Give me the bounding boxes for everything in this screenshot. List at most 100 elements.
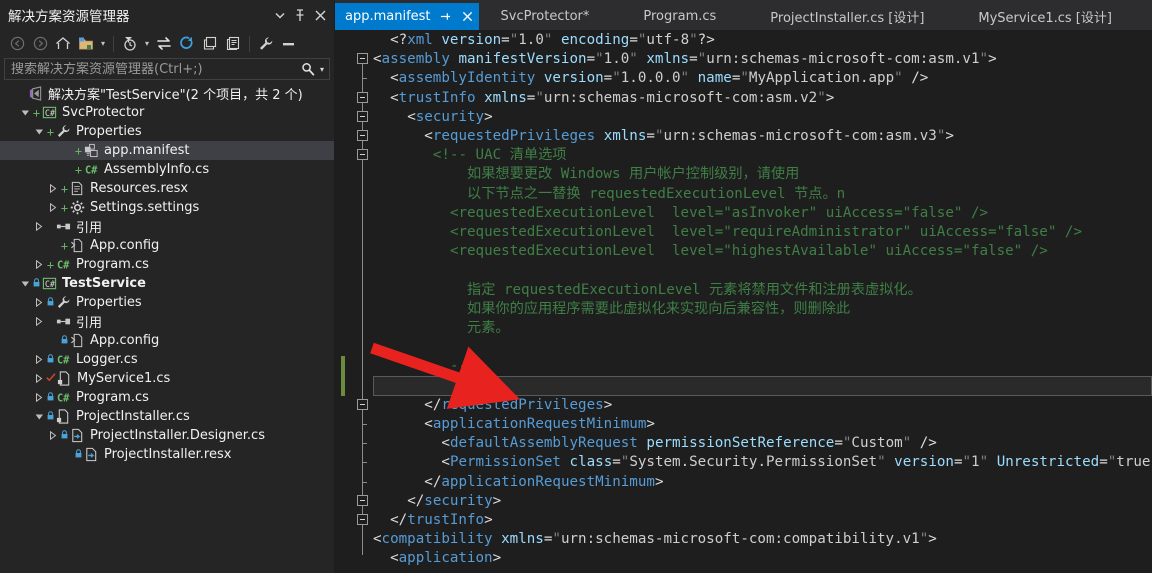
code-line[interactable]: <defaultAssemblyRequest permissionSetRef… [441, 434, 936, 453]
code-text-area[interactable]: <?xml version="1.0" encoding="utf-8"?><a… [373, 30, 1152, 573]
code-line[interactable]: <assembly manifestVersion="1.0" xmlns="u… [373, 50, 997, 69]
expand-collapse-collapsed-icon[interactable] [46, 426, 60, 445]
tree-item-properties[interactable]: Properties [0, 293, 334, 312]
editor-tab-program.cs[interactable]: Program.cs [633, 3, 726, 30]
code-line[interactable]: 以下节点之一替换 requestedExecutionLevel 节点。n [467, 185, 845, 204]
tree-item-program.cs[interactable]: C#Program.cs [0, 388, 334, 407]
collapse-all-icon[interactable] [199, 33, 221, 55]
fold-collapse-box[interactable] [357, 149, 368, 160]
code-line[interactable]: <assemblyIdentity version="1.0.0.0" name… [390, 69, 928, 88]
search-box[interactable]: ▾ [4, 58, 330, 80]
close-icon[interactable] [310, 5, 330, 25]
tab-close-icon[interactable] [460, 11, 475, 22]
search-options-caret-icon[interactable]: ▾ [317, 65, 327, 74]
tree-item-[interactable]: 引用 [0, 312, 334, 331]
expand-collapse-collapsed-icon[interactable] [32, 293, 46, 312]
arrow-right-circle-icon[interactable] [29, 33, 51, 55]
tree-item-myservice1.cs[interactable]: MyService1.cs [0, 369, 334, 388]
tree-item-app.manifest[interactable]: +app.manifest [0, 141, 334, 160]
config-file-icon [69, 237, 86, 254]
code-line[interactable]: 如果你的应用程序需要此虚拟化来实现向后兼容性，则删除此 [467, 300, 850, 319]
tree-item-settings.settings[interactable]: +Settings.settings [0, 198, 334, 217]
editor-tab-projectinstaller.cs[interactable]: ProjectInstaller.cs [设计] [760, 3, 934, 30]
code-line[interactable]: </requestedPrivileges> [424, 396, 612, 415]
code-line[interactable]: <requestedPrivileges xmlns="urn:schemas-… [424, 127, 954, 146]
tree-item-resources.resx[interactable]: +Resources.resx [0, 179, 334, 198]
code-line[interactable]: <security> [407, 108, 492, 127]
fold-collapse-box[interactable] [357, 92, 368, 103]
code-line[interactable]: <requestedExecutionLevel level="requireA… [450, 223, 1082, 242]
tree-item-program.cs[interactable]: +C#Program.cs [0, 255, 334, 274]
clock-filter-icon[interactable] [119, 33, 141, 55]
tree-item-projectinstaller.cs[interactable]: ProjectInstaller.cs [0, 407, 334, 426]
code-line[interactable]: <compatibility xmlns="urn:schemas-micros… [373, 530, 937, 549]
tree-item-projectinstaller.designer.cs[interactable]: ProjectInstaller.Designer.cs [0, 426, 334, 445]
tab-pin-icon[interactable] [438, 11, 453, 22]
tree-item-projectinstaller.resx[interactable]: ProjectInstaller.resx [0, 445, 334, 464]
fold-collapse-box[interactable] [357, 53, 368, 64]
code-line[interactable]: --> [450, 357, 476, 376]
expand-collapse-collapsed-icon[interactable] [46, 179, 60, 198]
arrow-left-circle-icon[interactable] [6, 33, 28, 55]
fold-collapse-box[interactable] [357, 514, 368, 525]
expand-collapse-expanded-icon[interactable] [32, 407, 46, 426]
solution-tree[interactable]: 解决方案"TestService"(2 个项目，共 2 个)+C#SvcProt… [0, 83, 334, 573]
refresh-icon[interactable] [176, 33, 198, 55]
code-line[interactable]: 如果想要更改 Windows 用户帐户控制级别，请使用 [467, 165, 799, 184]
expand-collapse-expanded-icon[interactable] [32, 122, 46, 141]
code-line[interactable]: <applicationRequestMinimum> [424, 415, 655, 434]
code-line[interactable]: 元素。 [467, 319, 510, 338]
tree-item-svcprotector[interactable]: +C#SvcProtector [0, 103, 334, 122]
expand-collapse-collapsed-icon[interactable] [32, 369, 46, 388]
code-line[interactable]: <requestedExecutionLevel level="asInvoke… [450, 204, 988, 223]
dropdown-menu-icon[interactable] [270, 5, 290, 25]
fold-collapse-box[interactable] [357, 399, 368, 410]
editor-tab-svcprotector[interactable]: SvcProtector* [491, 3, 600, 30]
code-line[interactable]: </trustInfo> [390, 511, 493, 530]
fold-collapse-box[interactable] [357, 495, 368, 506]
expand-collapse-collapsed-icon[interactable] [46, 198, 60, 217]
fold-collapse-box[interactable] [357, 111, 368, 122]
tree-item-[interactable]: 引用 [0, 217, 334, 236]
fold-outline-margin[interactable] [353, 30, 373, 573]
search-input[interactable] [11, 62, 299, 77]
pin-icon[interactable] [290, 5, 310, 25]
wrench-icon[interactable] [255, 33, 277, 55]
code-line[interactable]: </security> [407, 492, 501, 511]
copy-pages-icon[interactable] [222, 33, 244, 55]
code-line[interactable]: <requestedExecutionLevel level="highestA… [450, 242, 1048, 261]
expand-collapse-collapsed-icon[interactable] [32, 312, 46, 331]
folder-properties-icon[interactable] [75, 33, 97, 55]
editor-tab-app.manifest[interactable]: app.manifest [335, 3, 479, 30]
code-line[interactable]: <application> [390, 549, 501, 568]
code-editor[interactable]: <?xml version="1.0" encoding="utf-8"?><a… [335, 30, 1152, 573]
sync-arrows-icon[interactable] [153, 33, 175, 55]
search-icon[interactable] [299, 62, 317, 76]
expand-collapse-collapsed-icon[interactable] [32, 217, 46, 236]
caret-down-icon[interactable]: ▾ [98, 33, 108, 55]
tree-item-app.config[interactable]: App.config [0, 331, 334, 350]
caret-down-icon[interactable]: ▾ [142, 33, 152, 55]
tree-item-testservice[interactable]: C#TestService [0, 274, 334, 293]
editor-tab-myservice1.cs[interactable]: MyService1.cs [设计] [968, 3, 1122, 30]
fold-collapse-box[interactable] [357, 130, 368, 141]
code-line[interactable]: <?xml version="1.0" encoding="utf-8"?> [390, 31, 715, 50]
tree-item-testservice-2-2[interactable]: 解决方案"TestService"(2 个项目，共 2 个) [0, 84, 334, 103]
code-line[interactable]: </applicationRequestMinimum> [424, 473, 663, 492]
expand-collapse-collapsed-icon[interactable] [32, 255, 46, 274]
tree-item-logger.cs[interactable]: C#Logger.cs [0, 350, 334, 369]
home-icon[interactable] [52, 33, 74, 55]
code-token-pun [988, 454, 997, 470]
expand-collapse-collapsed-icon[interactable] [32, 350, 46, 369]
tree-item-app.config[interactable]: +App.config [0, 236, 334, 255]
dash-icon[interactable] [278, 33, 300, 55]
code-line[interactable]: <!-- UAC 清单选项 [433, 146, 567, 165]
expand-collapse-expanded-icon[interactable] [18, 103, 32, 122]
tree-item-assemblyinfo.cs[interactable]: +C#AssemblyInfo.cs [0, 160, 334, 179]
expand-collapse-expanded-icon[interactable] [18, 274, 32, 293]
expand-collapse-collapsed-icon[interactable] [32, 388, 46, 407]
code-line[interactable]: <trustInfo xmlns="urn:schemas-microsoft-… [390, 89, 834, 108]
code-line[interactable]: <PermissionSet class="System.Security.Pe… [441, 453, 1152, 472]
tree-item-properties[interactable]: +Properties [0, 122, 334, 141]
code-line[interactable]: 指定 requestedExecutionLevel 元素将禁用文件和注册表虚拟… [467, 281, 922, 300]
